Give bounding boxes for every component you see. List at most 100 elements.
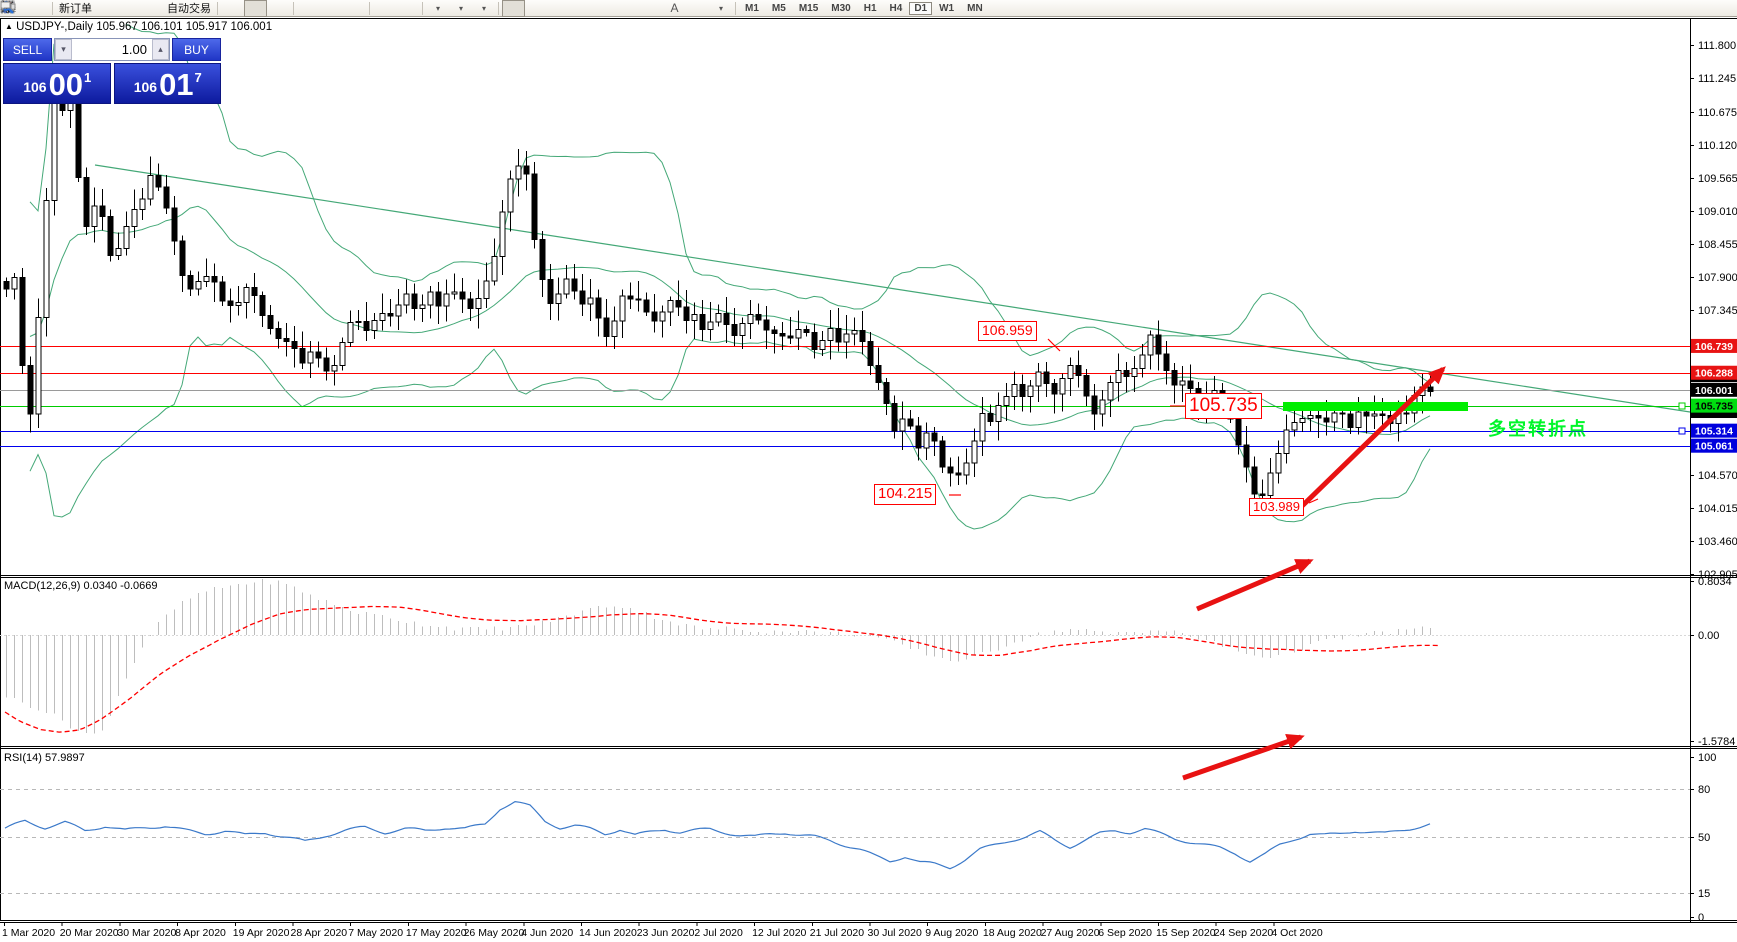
svg-text:23 Jun 2020: 23 Jun 2020 xyxy=(637,927,695,939)
trend-arrow[interactable] xyxy=(1300,369,1443,508)
svg-text:105.061: 105.061 xyxy=(1695,441,1733,453)
rsi-line[interactable] xyxy=(5,802,1430,869)
support-zone-bar[interactable] xyxy=(1283,402,1468,411)
chart-profile-icon[interactable] xyxy=(26,0,49,17)
svg-text:1 Mar 2020: 1 Mar 2020 xyxy=(2,927,55,939)
buy-price-pips: 01 xyxy=(159,71,193,99)
timeframe-mn[interactable]: MN xyxy=(961,1,989,16)
timeframe-m5[interactable]: M5 xyxy=(766,1,792,16)
volume-value[interactable]: 1.00 xyxy=(72,39,152,60)
one-click-trading-panel: SELL ▾ 1.00 ▴ BUY 106001 106017 xyxy=(3,38,221,104)
horizontal-lines[interactable] xyxy=(0,347,1690,447)
timeframe-bar: M1M5M15M30H1H4D1W1MN xyxy=(739,1,989,16)
buy-price-display[interactable]: 106017 xyxy=(114,63,222,104)
autotrading-label: 自动交易 xyxy=(167,0,211,16)
buy-button[interactable]: BUY xyxy=(172,38,221,61)
new-order-label: 新订单 xyxy=(59,0,92,16)
search-icon[interactable] xyxy=(1674,0,1697,17)
svg-text:106.001: 106.001 xyxy=(1695,385,1733,397)
candlestick-chart-type-icon[interactable] xyxy=(244,0,267,17)
price-annotation[interactable]: 105.735 xyxy=(1185,393,1262,419)
text-tool-icon[interactable]: A xyxy=(663,0,686,17)
svg-text:0.8034: 0.8034 xyxy=(1698,576,1732,588)
bollinger-bands[interactable] xyxy=(30,24,1430,529)
svg-text:104.570: 104.570 xyxy=(1698,470,1737,482)
dropdown-caret-icon[interactable]: ▾ xyxy=(719,4,723,13)
label-tool-icon[interactable]: T xyxy=(686,0,709,17)
svg-text:20 Mar 2020: 20 Mar 2020 xyxy=(60,927,119,939)
new-order-button[interactable]: 新订单 xyxy=(56,0,95,17)
autotrading-button[interactable]: 自动交易 xyxy=(164,0,214,17)
chart-title: ▲ USDJPY-,Daily 105.967 106.101 105.917 … xyxy=(5,21,272,33)
auto-scroll-icon[interactable] xyxy=(373,0,396,17)
svg-text:110.120: 110.120 xyxy=(1698,140,1737,152)
price-annotation[interactable]: 103.989 xyxy=(1249,498,1304,516)
bar-chart-type-icon[interactable] xyxy=(221,0,244,17)
svg-text:108.455: 108.455 xyxy=(1698,239,1737,251)
svg-text:14 Jun 2020: 14 Jun 2020 xyxy=(579,927,637,939)
macd-pane: 0.80340.00-1.5784 xyxy=(0,576,1735,748)
price-annotation[interactable]: 106.959 xyxy=(978,321,1037,341)
svg-text:2 Jul 2020: 2 Jul 2020 xyxy=(694,927,743,939)
equidistant-channel-tool-icon[interactable]: E xyxy=(617,0,640,17)
periods-clock-icon[interactable]: ▾ xyxy=(449,0,472,17)
dropdown-caret-icon[interactable]: ▾ xyxy=(436,4,440,13)
sell-button[interactable]: SELL xyxy=(3,38,52,61)
line-chart-type-icon[interactable] xyxy=(267,0,290,17)
svg-text:12 Jul 2020: 12 Jul 2020 xyxy=(752,927,806,939)
chart-ohlc-values: 105.967 106.101 105.917 106.001 xyxy=(96,21,272,33)
zoom-in-icon[interactable] xyxy=(297,0,320,17)
toolbar-separator xyxy=(422,2,423,15)
svg-text:111.245: 111.245 xyxy=(1698,73,1736,85)
dropdown-caret-icon[interactable]: ▾ xyxy=(459,4,463,13)
cursor-icon[interactable] xyxy=(502,0,525,17)
svg-text:6 Sep 2020: 6 Sep 2020 xyxy=(1098,927,1152,939)
gold-bars-icon[interactable] xyxy=(95,0,118,17)
svg-text:107.345: 107.345 xyxy=(1698,305,1737,317)
timeframe-w1[interactable]: W1 xyxy=(933,1,960,16)
svg-text:110.675: 110.675 xyxy=(1698,107,1737,119)
svg-text:50: 50 xyxy=(1698,832,1710,844)
timeframe-d1[interactable]: D1 xyxy=(909,2,932,15)
crosshair-icon[interactable] xyxy=(525,0,548,17)
vertical-line-tool-icon[interactable] xyxy=(548,0,571,17)
template-icon[interactable]: ▾ xyxy=(472,0,495,17)
price-tag: 106.739 xyxy=(1691,339,1737,353)
svg-text:105.314: 105.314 xyxy=(1695,426,1733,438)
timeframe-m1[interactable]: M1 xyxy=(739,1,765,16)
svg-text:30 Jul 2020: 30 Jul 2020 xyxy=(868,927,922,939)
sell-price-display[interactable]: 106001 xyxy=(3,63,111,104)
timeframe-m30[interactable]: M30 xyxy=(825,1,856,16)
svg-text:103.460: 103.460 xyxy=(1698,536,1737,548)
trend-arrow[interactable] xyxy=(1183,737,1301,778)
timeframe-h1[interactable]: H1 xyxy=(858,1,883,16)
date-axis: 1 Mar 202020 Mar 202030 Mar 20208 Apr 20… xyxy=(2,922,1323,939)
price-tag: 106.288 xyxy=(1691,366,1737,380)
svg-text:19 Apr 2020: 19 Apr 2020 xyxy=(233,927,290,939)
fibonacci-tool-icon[interactable]: F xyxy=(640,0,663,17)
volume-increase-button[interactable]: ▴ xyxy=(152,39,169,60)
turning-point-annotation[interactable]: 多空转折点 xyxy=(1488,415,1588,441)
dropdown-caret-icon[interactable]: ▾ xyxy=(482,4,486,13)
tile-windows-icon[interactable] xyxy=(343,0,366,17)
price-tag: 105.735 xyxy=(1691,399,1737,413)
add-indicator-icon[interactable]: ▾ xyxy=(426,0,449,17)
price-annotation[interactable]: 104.215 xyxy=(874,484,936,505)
volume-decrease-button[interactable]: ▾ xyxy=(55,39,72,60)
macd-signal-line[interactable] xyxy=(5,607,1439,733)
arrows-tool-icon[interactable]: ▾ xyxy=(709,0,732,17)
timeframe-m15[interactable]: M15 xyxy=(793,1,824,16)
community-chat-icon[interactable] xyxy=(1703,0,1726,17)
zoom-out-icon[interactable] xyxy=(320,0,343,17)
terminal-icon[interactable] xyxy=(118,0,141,17)
trendline-tool-icon[interactable] xyxy=(594,0,617,17)
svg-text:9 Aug 2020: 9 Aug 2020 xyxy=(925,927,978,939)
signal-icon[interactable] xyxy=(141,0,164,17)
trend-arrow[interactable] xyxy=(1197,561,1310,609)
horizontal-line-tool-icon[interactable] xyxy=(571,0,594,17)
timeframe-h4[interactable]: H4 xyxy=(884,1,909,16)
svg-text:4 Oct 2020: 4 Oct 2020 xyxy=(1271,927,1323,939)
chart-shift-icon[interactable] xyxy=(396,0,419,17)
svg-text:15 Sep 2020: 15 Sep 2020 xyxy=(1156,927,1216,939)
svg-text:106.739: 106.739 xyxy=(1695,341,1733,353)
